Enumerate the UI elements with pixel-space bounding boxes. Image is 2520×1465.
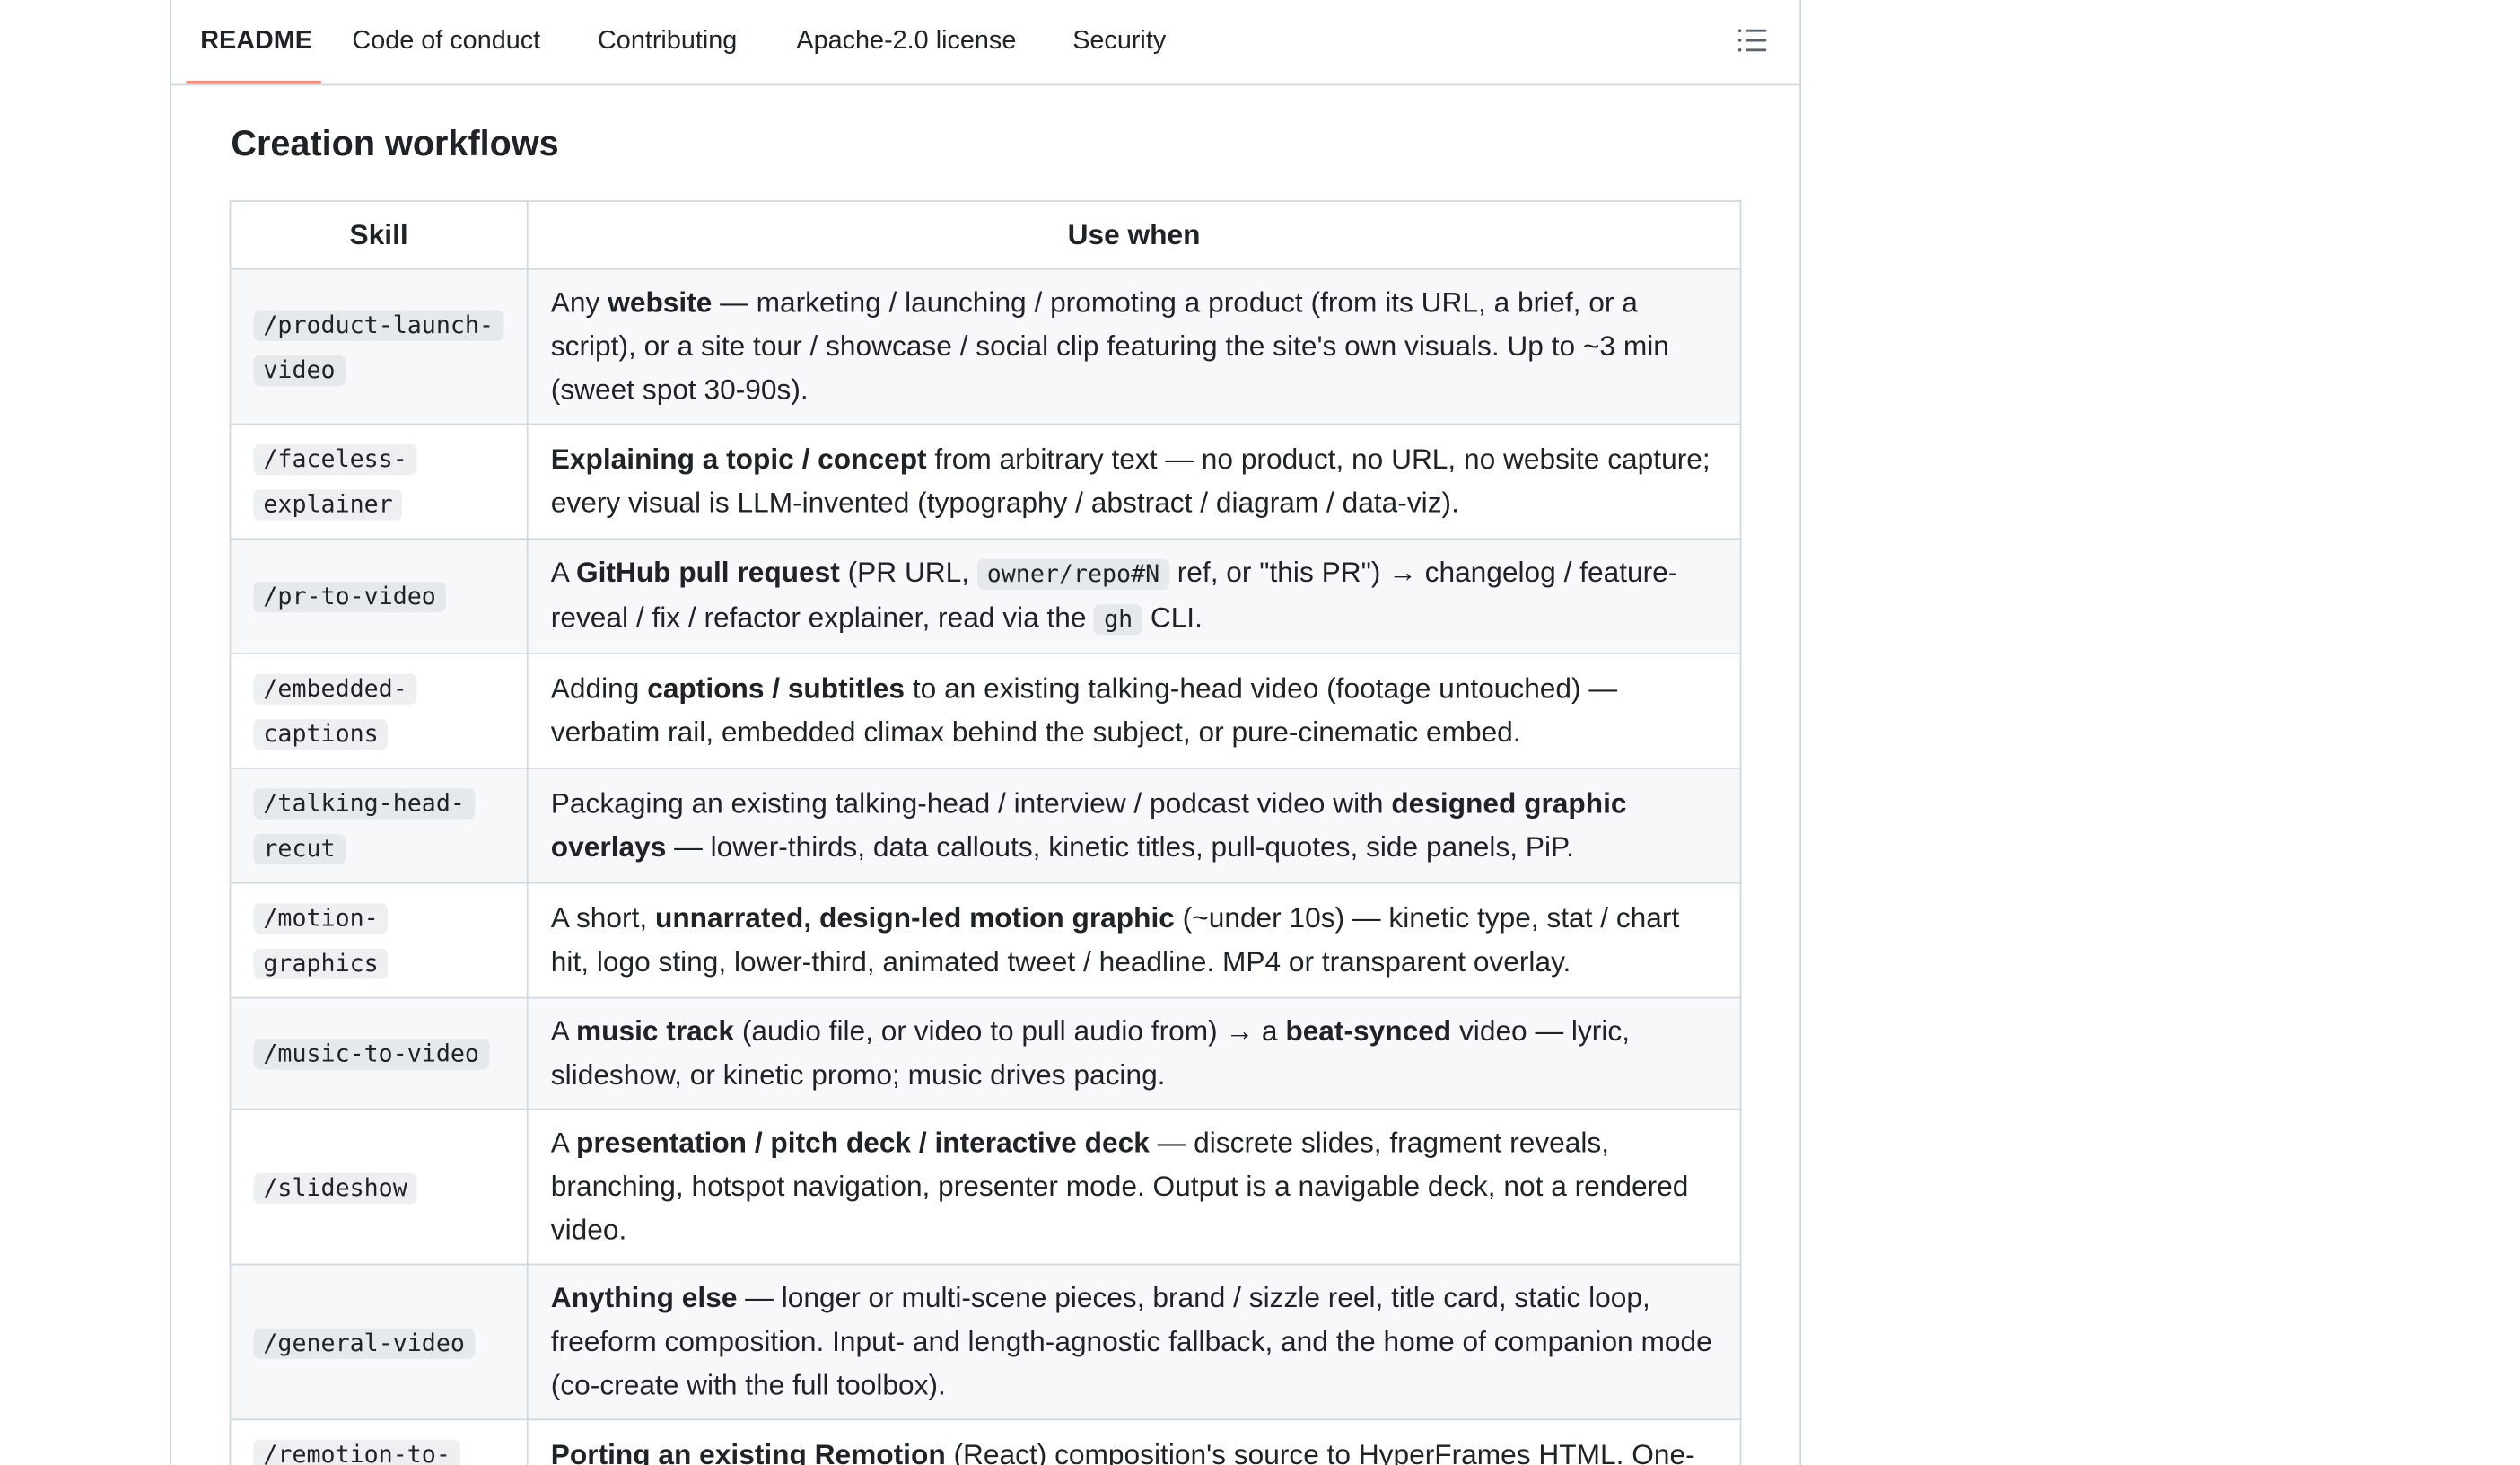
text: A [550, 1014, 576, 1048]
skill-cell: /music-to-video [229, 996, 529, 1110]
list-unordered-icon[interactable] [1735, 22, 1771, 58]
readme-container: README Code of conduct Contributing Apac… [170, 0, 1801, 1465]
text: A short, [550, 901, 655, 934]
skill-command: /faceless- [253, 444, 417, 476]
table-row: /embedded-captions Adding captions / sub… [229, 653, 1742, 769]
skill-cell: /talking-head-recut [229, 767, 529, 884]
tab-security[interactable]: Security [1072, 0, 1166, 84]
emphasis: Porting an existing Remotion [550, 1438, 946, 1465]
skill-command: /slideshow [253, 1171, 417, 1204]
text: Packaging an existing talking-head / int… [550, 786, 1392, 820]
column-header-skill: Skill [229, 200, 529, 270]
skill-command-cont: video [253, 355, 346, 386]
tab-license[interactable]: Apache-2.0 license [796, 0, 1016, 84]
use-when-cell: A GitHub pull request (PR URL, owner/rep… [526, 538, 1742, 654]
text: — lower-thirds, data callouts, kinetic t… [666, 830, 1574, 864]
text: A [550, 1126, 576, 1159]
skill-command: /talking-head- [253, 788, 475, 820]
table-header-row: Skill Use when [229, 200, 1742, 270]
emphasis: unnarrated, design-led motion graphic [654, 901, 1175, 934]
skill-cell: /slideshow [229, 1108, 529, 1266]
use-when-cell: Explaining a topic / concept from arbitr… [526, 423, 1742, 540]
use-when-cell: A short, unnarrated, design-led motion g… [526, 882, 1742, 999]
inline-code: owner/repo#N [976, 558, 1169, 590]
use-when-cell: Any website — marketing / launching / pr… [526, 268, 1742, 425]
skill-command-cont: graphics [253, 948, 389, 979]
text: A [550, 556, 576, 589]
skill-command: /general-video [253, 1327, 475, 1358]
skill-command: /remotion-to- [253, 1439, 460, 1465]
skill-command: /embedded- [253, 673, 417, 705]
tab-contributing[interactable]: Contributing [598, 0, 737, 84]
inline-code: gh [1094, 604, 1143, 636]
skill-cell: /motion-graphics [229, 882, 529, 999]
table-row: /faceless-explainer Explaining a topic /… [229, 423, 1742, 540]
table-row: /general-video Anything else — longer or… [229, 1263, 1742, 1421]
skill-command: /pr-to-video [253, 582, 446, 613]
table-row: /pr-to-video A GitHub pull request (PR U… [229, 538, 1742, 654]
skill-command-cont: explainer [253, 489, 403, 521]
skill-command-cont: captions [253, 719, 389, 750]
emphasis: website [608, 285, 713, 319]
text: Any [550, 285, 608, 319]
table-row: /product-launch-video Any website — mark… [229, 268, 1742, 425]
column-header-use-when: Use when [526, 200, 1742, 270]
text: CLI. [1142, 601, 1203, 634]
emphasis: presentation / pitch deck / interactive … [575, 1126, 1150, 1159]
table-row: /remotion-to-hyperframes Porting an exis… [229, 1418, 1742, 1465]
table-row: /music-to-video A music track (audio fil… [229, 996, 1742, 1110]
text: (audio file, or video to pull audio from… [734, 1014, 1286, 1048]
use-when-cell: A music track (audio file, or video to p… [526, 996, 1742, 1110]
skill-command: /motion- [253, 903, 389, 934]
use-when-cell: Porting an existing Remotion (React) com… [526, 1418, 1742, 1465]
use-when-cell: A presentation / pitch deck / interactiv… [526, 1108, 1742, 1266]
emphasis: captions / subtitles [647, 671, 906, 705]
skill-cell: /product-launch-video [229, 268, 529, 425]
use-when-cell: Adding captions / subtitles to an existi… [526, 653, 1742, 769]
section-heading: Creation workflows [231, 122, 559, 163]
skill-command-cont: recut [253, 833, 346, 864]
table-row: /motion-graphics A short, unnarrated, de… [229, 882, 1742, 999]
skill-cell: /remotion-to-hyperframes [229, 1418, 529, 1465]
skill-cell: /embedded-captions [229, 653, 529, 769]
skill-cell: /pr-to-video [229, 538, 529, 654]
text: — marketing / launching / promoting a pr… [550, 285, 1669, 406]
emphasis: Anything else [550, 1281, 738, 1314]
table-row: /slideshow A presentation / pitch deck /… [229, 1108, 1742, 1266]
use-when-cell: Anything else — longer or multi-scene pi… [526, 1263, 1742, 1421]
tab-code-of-conduct[interactable]: Code of conduct [352, 0, 540, 84]
text: (PR URL, [839, 556, 977, 589]
skill-command: /product-launch- [253, 309, 503, 340]
active-tab-indicator [186, 81, 322, 84]
emphasis: Explaining a topic / concept [550, 443, 927, 476]
skill-cell: /general-video [229, 1263, 529, 1421]
emphasis: beat-synced [1285, 1014, 1452, 1048]
tab-readme[interactable]: README [200, 0, 312, 84]
table-row: /talking-head-recut Packaging an existin… [229, 767, 1742, 884]
skill-cell: /faceless-explainer [229, 423, 529, 540]
skills-table: Skill Use when /product-launch-video Any… [229, 200, 1742, 1465]
skill-command: /music-to-video [253, 1039, 489, 1070]
use-when-cell: Packaging an existing talking-head / int… [526, 767, 1742, 884]
emphasis: music track [575, 1014, 735, 1048]
emphasis: GitHub pull request [575, 556, 840, 589]
readme-tab-bar: README Code of conduct Contributing Apac… [171, 0, 1800, 86]
text: Adding [550, 671, 648, 705]
